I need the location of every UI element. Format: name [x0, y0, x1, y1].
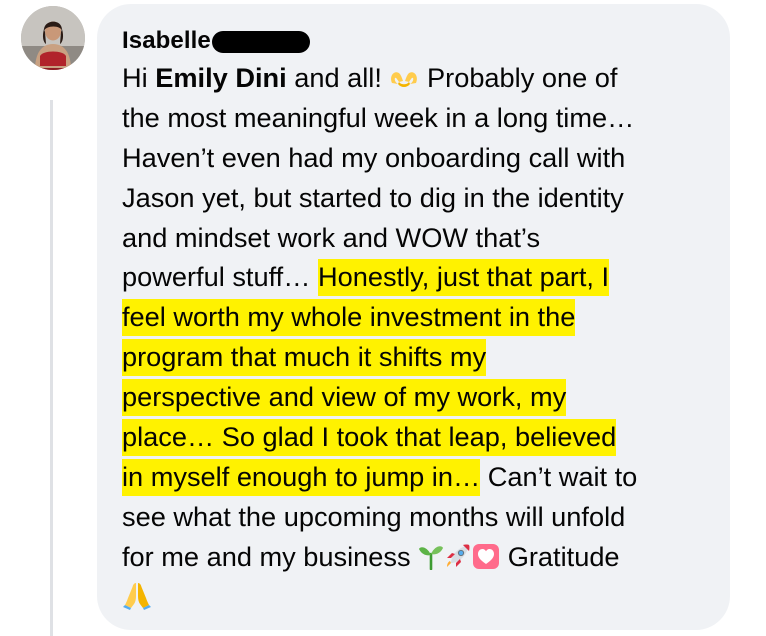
avatar[interactable]	[21, 6, 85, 70]
comment-text-segment: Jason yet, but started to dig in the ide…	[122, 181, 624, 213]
comment-text-segment: Haven’t even had my onboarding call with	[122, 141, 626, 173]
highlighted-text: program that much it shifts my	[122, 339, 487, 377]
comment-text: Hi Emily Dini and all! Probably one of th…	[122, 58, 722, 616]
seedling-icon	[418, 541, 444, 581]
folded-hands-icon	[122, 580, 152, 621]
highlighted-text: place… So glad I took that leap, believe…	[122, 419, 617, 457]
comment-line: the most meaningful week in a long time…	[122, 98, 722, 138]
comment-line: for me and my business Gratitude	[122, 537, 722, 577]
comment-line: and mindset work and WOW that’s	[122, 218, 722, 258]
comment-text-segment: powerful stuff…	[122, 261, 318, 293]
author-name[interactable]: Isabelle	[122, 27, 211, 55]
comment-line: Jason yet, but started to dig in the ide…	[122, 178, 722, 218]
comment-text-segment: Gratitude	[500, 540, 620, 572]
redaction-bar	[211, 31, 310, 53]
comment-line: powerful stuff… Honestly, just that part…	[122, 257, 722, 297]
highlighted-text: feel worth my whole investment in the	[122, 299, 576, 337]
rocket-icon	[444, 541, 472, 581]
comment-text-segment: the most meaningful week in a long time…	[122, 101, 635, 133]
comment-text-segment: Hi	[122, 62, 156, 93]
highlighted-text: Honestly, just that part, I	[317, 259, 610, 297]
thread-line	[50, 100, 53, 636]
comment-line	[122, 577, 722, 617]
comment-text-segment: Probably one of	[419, 62, 618, 93]
heart-hands-icon	[389, 62, 419, 102]
comment-line: see what the upcoming months will unfold	[122, 497, 722, 537]
heart-box-icon	[472, 541, 500, 581]
comment-line: Hi Emily Dini and all! Probably one of	[122, 58, 722, 98]
comment-text-segment: for me and my business	[122, 540, 419, 572]
comment-text-segment: and all!	[286, 62, 390, 93]
mention-link[interactable]: Emily Dini	[155, 62, 286, 93]
comment-author[interactable]: Isabelle	[122, 24, 310, 58]
comment-line: program that much it shifts my	[122, 337, 722, 377]
comment-line: feel worth my whole investment in the	[122, 297, 722, 337]
highlighted-text: perspective and view of my work, my	[122, 379, 567, 417]
avatar-photo	[21, 6, 85, 70]
comment-line: place… So glad I took that leap, believe…	[122, 417, 722, 457]
comment-line: perspective and view of my work, my	[122, 377, 722, 417]
comment-line: in myself enough to jump in… Can’t wait …	[122, 457, 722, 497]
comment-text-segment: see what the upcoming months will unfold	[122, 500, 626, 532]
comment-text-segment: and mindset work and WOW that’s	[122, 221, 541, 253]
comment-line: Haven’t even had my onboarding call with	[122, 138, 722, 178]
highlighted-text: in myself enough to jump in…	[122, 458, 481, 496]
comment-text-segment: Can’t wait to	[480, 460, 638, 492]
